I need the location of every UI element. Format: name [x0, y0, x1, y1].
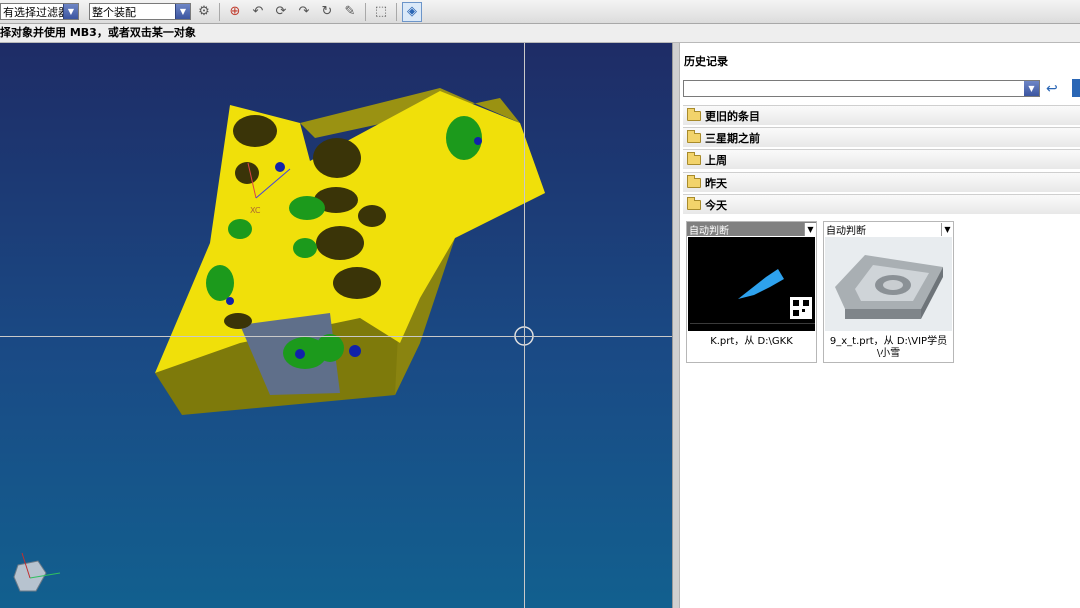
folder-icon	[687, 196, 701, 210]
card-mode-dropdown[interactable]: 自动判断 ▼	[824, 222, 953, 237]
panel-splitter[interactable]	[672, 43, 680, 608]
part-thumbnail	[825, 237, 952, 331]
toolbar-separator	[219, 2, 220, 21]
history-group-three-weeks[interactable]: 三星期之前	[683, 127, 1080, 147]
hole	[206, 265, 234, 301]
hole	[333, 267, 381, 299]
hole	[289, 196, 325, 220]
main-toolbar: 有选择过滤器 ▼ 整个装配 ▼ ⚙ ⊕ ↶ ⟳ ↷ ↻ ✎ ⬚ ◈	[0, 0, 1080, 24]
history-group-today[interactable]: 今天	[683, 194, 1080, 214]
crosshair-horizontal	[0, 336, 672, 337]
card-mode-dropdown[interactable]: 自动判断 ▼	[687, 222, 816, 237]
back-arrow-icon[interactable]: ↩	[1046, 81, 1064, 97]
view-mode-icon[interactable]	[1072, 79, 1080, 97]
hole	[226, 297, 234, 305]
history-group-yesterday[interactable]: 昨天	[683, 172, 1080, 192]
wcs-label: XC	[250, 206, 261, 215]
hole	[474, 137, 482, 145]
hole	[295, 349, 305, 359]
history-card-9-x-t-prt[interactable]: 自动判断 ▼ 9_x_t.prt，从 D:\VIP学员\小雪	[823, 221, 954, 363]
pan-icon[interactable]: ↷	[294, 2, 314, 22]
part-thumbnail	[688, 237, 815, 331]
chevron-down-icon: ▼	[175, 4, 190, 19]
brush-icon[interactable]: ✎	[340, 2, 360, 22]
history-panel: 历史记录 ▼ ↩ 更旧的条目 三星期之前 上周 昨天 今天 自动判断 ▼ K.p…	[680, 43, 1080, 608]
card-mode-label: 自动判断	[689, 225, 729, 237]
hole	[293, 238, 317, 258]
undo-icon[interactable]: ↶	[248, 2, 268, 22]
toolbar-separator	[396, 2, 397, 21]
hole	[316, 334, 344, 362]
selection-box-icon[interactable]: ⬚	[371, 2, 391, 22]
crosshair-vertical	[524, 43, 525, 608]
group-label: 昨天	[705, 176, 727, 190]
group-label: 三星期之前	[705, 131, 760, 145]
thumbnail-image	[690, 269, 815, 324]
selection-filter-value: 有选择过滤器	[3, 5, 63, 19]
chevron-down-icon: ▼	[804, 222, 816, 236]
model-view: XC	[13, 88, 545, 592]
history-card-k-prt[interactable]: 自动判断 ▼ K.prt，从 D:\GKK	[686, 221, 817, 363]
hole	[275, 162, 285, 172]
selection-filter-dropdown[interactable]: 有选择过滤器 ▼	[0, 3, 79, 20]
folder-icon	[687, 129, 701, 143]
history-search-dropdown[interactable]: ▼	[683, 80, 1040, 97]
folder-icon	[687, 151, 701, 165]
history-group-older[interactable]: 更旧的条目	[683, 105, 1080, 125]
hole	[233, 115, 277, 147]
chevron-down-icon: ▼	[941, 222, 953, 236]
status-prompt: 择对象并使用 MB3，或者双击某一对象	[0, 24, 1080, 43]
chevron-down-icon: ▼	[1024, 81, 1039, 96]
panel-title: 历史记录	[684, 55, 728, 68]
assembly-scope-value: 整个装配	[92, 5, 136, 19]
rotate-icon[interactable]: ⟳	[271, 2, 291, 22]
thumbnail-image	[835, 255, 943, 319]
hole	[224, 313, 252, 329]
card-mode-label: 自动判断	[826, 225, 866, 237]
group-label: 更旧的条目	[705, 109, 760, 123]
hole	[316, 226, 364, 260]
hole	[228, 219, 252, 239]
hole	[358, 205, 386, 227]
group-label: 上周	[705, 153, 727, 167]
hole	[235, 162, 259, 184]
group-label: 今天	[705, 198, 727, 212]
folder-icon	[687, 107, 701, 121]
view-cube-icon[interactable]: ◈	[402, 1, 422, 22]
hole	[313, 138, 361, 178]
chevron-down-icon: ▼	[63, 4, 78, 19]
graphics-viewport[interactable]: XC	[0, 43, 672, 608]
redo-icon[interactable]: ↻	[317, 2, 337, 22]
history-group-last-week[interactable]: 上周	[683, 149, 1080, 169]
add-point-icon[interactable]: ⊕	[225, 2, 245, 22]
snap-settings-icon[interactable]: ⚙	[194, 2, 214, 22]
folder-icon	[687, 174, 701, 188]
card-caption: K.prt，从 D:\GKK	[710, 336, 793, 347]
assembly-scope-dropdown[interactable]: 整个装配 ▼	[89, 3, 191, 20]
hole	[349, 345, 361, 357]
toolbar-separator	[365, 2, 366, 21]
card-caption: 9_x_t.prt，从 D:\VIP学员\小雪	[829, 336, 948, 359]
